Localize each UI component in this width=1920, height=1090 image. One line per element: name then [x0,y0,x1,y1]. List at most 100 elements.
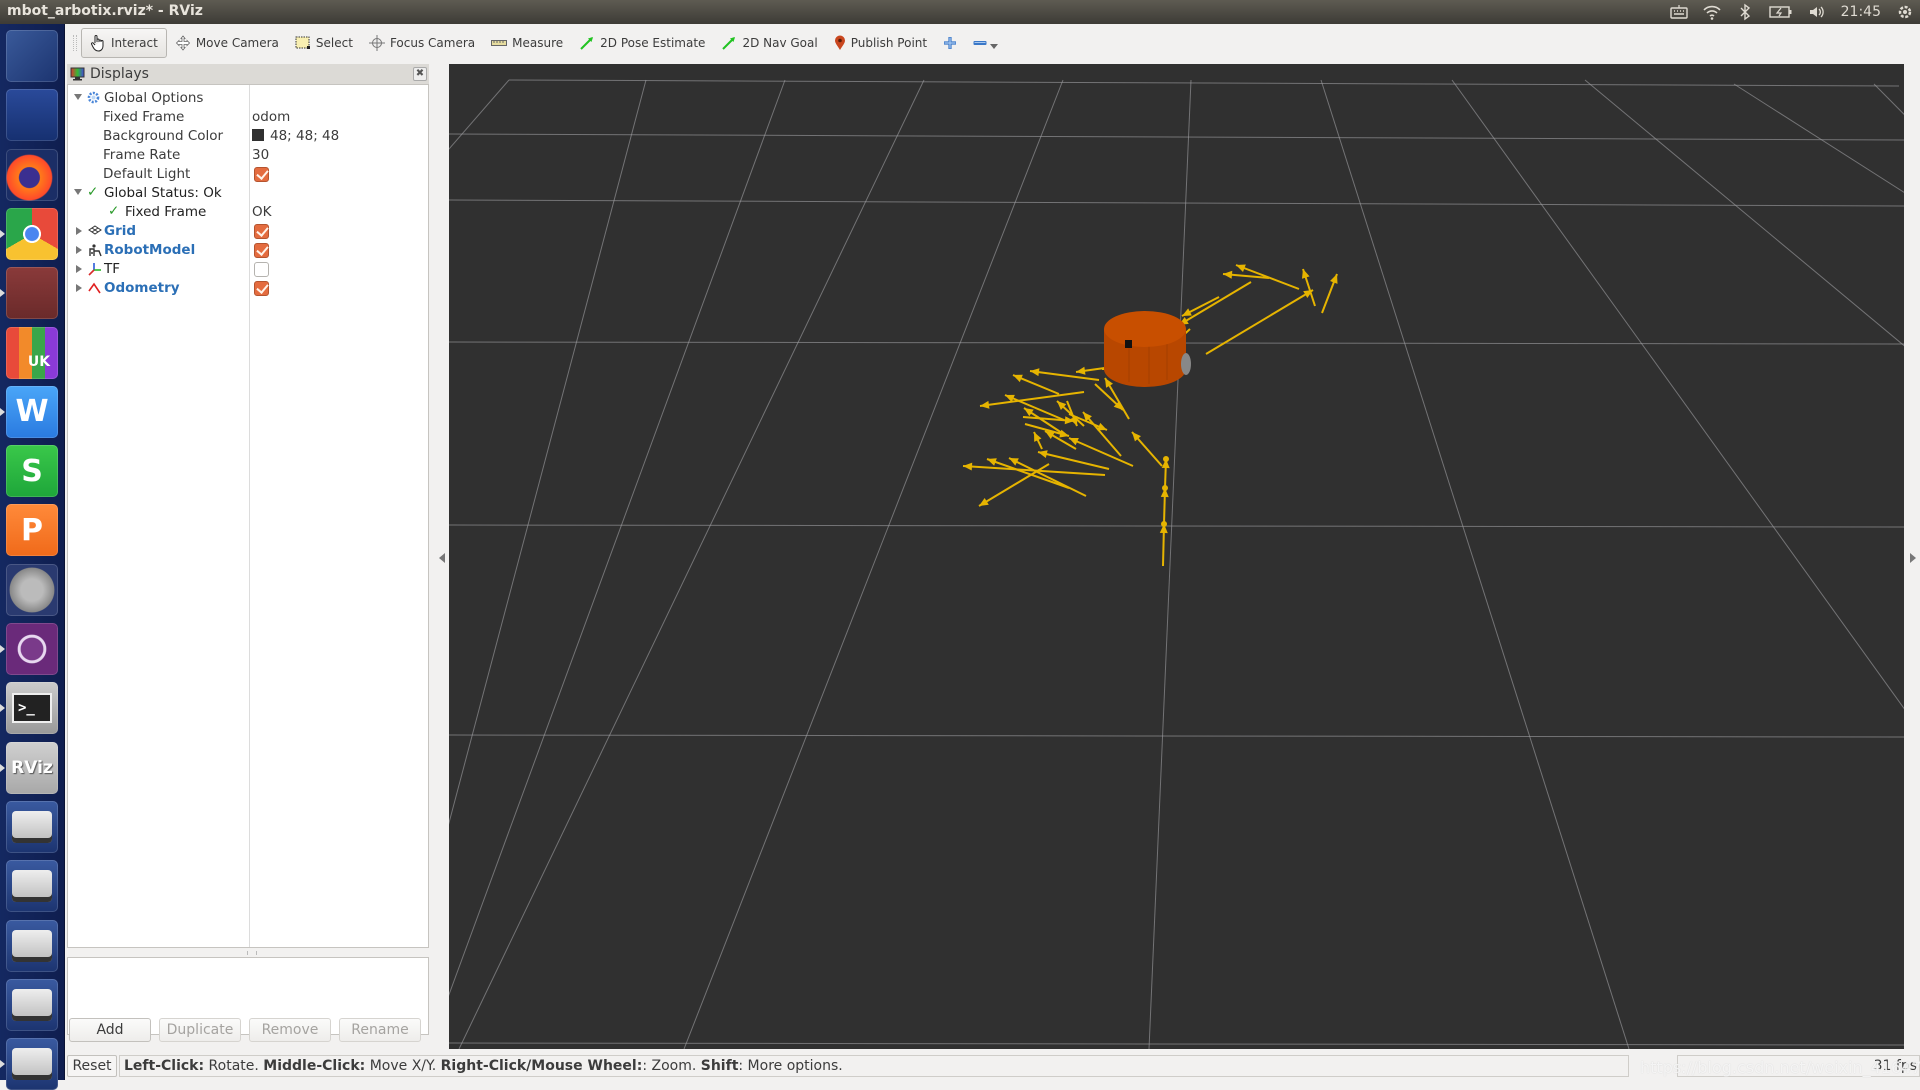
row-name: RobotModel [104,242,196,258]
grid-checkbox[interactable] [254,224,269,239]
panel-splitter[interactable] [67,950,429,957]
tree-row-fixed-frame-status[interactable]: ✓ Fixed Frame OK [68,203,428,222]
tool-move-camera[interactable]: Move Camera [167,28,287,58]
tree-row-tf[interactable]: TF [68,260,428,279]
hard-drive-icon [12,810,52,843]
robotmodel-checkbox[interactable] [254,243,269,258]
hard-drive-icon [12,988,52,1021]
tree-row-global-options[interactable]: Global Options [68,89,428,108]
chevron-down-icon [990,44,999,49]
color-swatch [252,129,264,141]
odometry-arrow [1178,281,1252,326]
tree-row-frame-rate[interactable]: Frame Rate 30 [68,146,428,165]
expand-arrow-icon[interactable] [74,189,82,195]
expand-arrow-icon[interactable] [76,246,82,254]
bluetooth-icon[interactable] [1736,3,1754,21]
launcher-media-player[interactable] [6,623,58,675]
launcher-drive-1[interactable] [6,800,58,853]
launcher-drive-2[interactable] [6,860,58,913]
tree-row-fixed-frame[interactable]: Fixed Frame odom [68,108,428,127]
remove-display-button[interactable]: Remove [249,1018,331,1042]
collapse-right-dock-icon[interactable] [1910,553,1916,563]
hint-key: Left-Click: [124,1058,205,1074]
keyboard-icon[interactable] [1669,3,1688,21]
odometry-checkbox[interactable] [254,281,269,296]
row-name: Frame Rate [103,147,181,163]
expand-arrow-icon[interactable] [74,94,82,100]
launcher-drive-3[interactable] [6,919,58,972]
toolbar-grip[interactable] [73,35,77,51]
launcher-wps-presentation[interactable]: P [6,504,58,557]
launcher-wps-spreadsheet[interactable]: S [6,445,58,498]
launcher-firefox[interactable] [6,148,58,201]
tool-select[interactable]: Select [287,28,361,58]
launcher-system-settings[interactable] [6,563,58,616]
running-indicator [0,229,5,238]
tree-row-global-status[interactable]: ✓ Global Status: Ok [68,184,428,203]
status-value: OK [252,204,272,220]
fixed-frame-value[interactable]: odom [252,109,290,125]
odometry-icon [88,282,101,294]
battery-icon[interactable] [1768,3,1793,21]
plus-icon [944,37,957,49]
tree-row-robotmodel[interactable]: RobotModel [68,241,428,260]
launcher-drive-4[interactable] [6,978,58,1031]
launcher-trash[interactable] [6,1038,58,1090]
3d-render-view[interactable] [449,64,1904,1049]
wifi-icon[interactable] [1703,3,1721,21]
tool-interact[interactable]: Interact [81,28,167,58]
tool-measure[interactable]: Measure [483,28,571,58]
ruler-icon [491,40,508,46]
clock[interactable]: 21:45 [1841,4,1881,20]
tool-2d-pose-estimate[interactable]: 2D Pose Estimate [571,28,713,58]
monitor-icon [70,67,85,81]
grid-icon [88,225,102,235]
expand-arrow-icon[interactable] [76,284,82,292]
tool-interact-label: Interact [111,36,158,50]
tool-publish-point[interactable]: Publish Point [826,28,935,58]
frame-rate-value[interactable]: 30 [252,147,269,163]
tree-row-odometry[interactable]: Odometry [68,279,428,298]
rename-display-button[interactable]: Rename [339,1018,421,1042]
expand-arrow-icon[interactable] [76,265,82,273]
background-color-value[interactable]: 48; 48; 48 [252,128,339,144]
tree-row-grid[interactable]: Grid [68,222,428,241]
close-panel-button[interactable]: ✖ [413,67,427,81]
launcher-ubuntu-dash[interactable] [6,30,58,82]
tf-checkbox[interactable] [254,262,269,277]
remove-tool-button[interactable] [965,28,1006,58]
launcher-terminal[interactable]: >_ [6,682,58,735]
unity-launcher: UK W S P >_ RViz [0,24,65,1090]
tool-2d-nav-goal-label: 2D Nav Goal [742,36,818,50]
tree-row-background-color[interactable]: Background Color 48; 48; 48 [68,127,428,146]
reset-button[interactable]: Reset [67,1055,117,1077]
add-display-button[interactable]: Add [69,1018,151,1042]
launcher-chrome[interactable] [6,207,58,260]
grid-line [449,79,786,997]
duplicate-display-button[interactable]: Duplicate [159,1018,241,1042]
scene-canvas[interactable] [449,64,1904,1049]
launcher-rviz[interactable]: RViz [6,741,58,794]
launcher-files[interactable] [6,267,58,320]
expand-arrow-icon[interactable] [76,227,82,235]
tool-2d-nav-goal[interactable]: 2D Nav Goal [713,28,825,58]
hard-drive-icon [12,870,52,903]
default-light-checkbox[interactable] [254,167,269,182]
volume-icon[interactable] [1808,3,1826,21]
row-name: Grid [104,223,137,239]
grid-line [449,79,647,825]
power-icon[interactable] [1896,3,1914,21]
grid-line [683,79,1064,1049]
tool-2d-pose-estimate-label: 2D Pose Estimate [600,36,706,50]
collapse-left-dock-icon[interactable] [439,553,445,563]
tool-focus-camera[interactable]: Focus Camera [361,28,483,58]
map-pin-icon [834,35,845,50]
launcher-qq[interactable] [6,89,58,142]
tree-row-default-light[interactable]: Default Light [68,165,428,184]
odometry-arrow [1159,523,1168,567]
add-tool-button[interactable] [935,28,965,58]
grid-line [458,79,925,1049]
launcher-ukylin[interactable]: UK [6,326,58,379]
launcher-wps-writer[interactable]: W [6,385,58,438]
hint-key: Shift [700,1058,739,1074]
